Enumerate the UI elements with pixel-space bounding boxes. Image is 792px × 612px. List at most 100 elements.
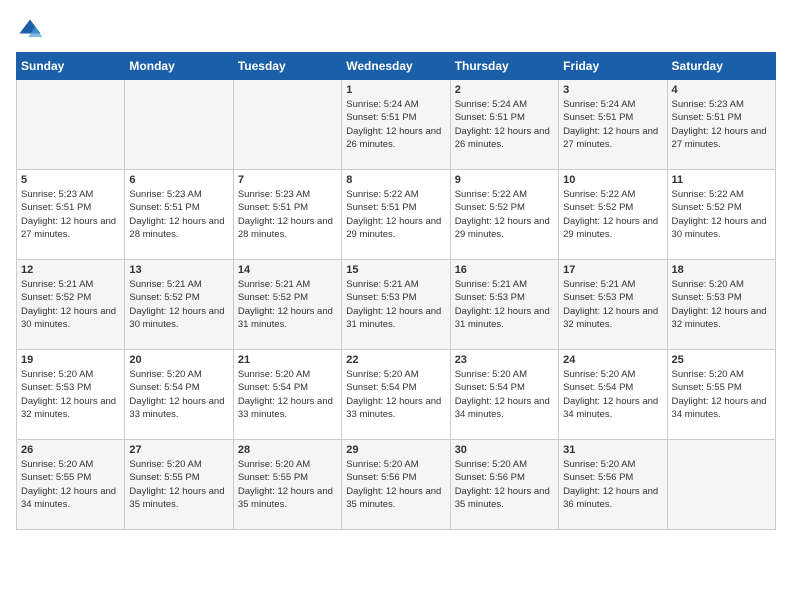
calendar-cell: 25 Sunrise: 5:20 AM Sunset: 5:55 PM Dayli… <box>667 350 775 440</box>
calendar-cell: 14Sunrise: 5:21 AM Sunset: 5:52 PM Dayli… <box>233 260 341 350</box>
day-info: Sunrise: 5:22 AM Sunset: 5:52 PM Dayligh… <box>672 188 771 241</box>
day-info: Sunrise: 5:20 AM Sunset: 5:56 PM Dayligh… <box>455 458 554 511</box>
day-number: 22 <box>346 354 445 366</box>
calendar-cell: 22 Sunrise: 5:20 AM Sunset: 5:54 PM Dayli… <box>342 350 450 440</box>
day-info: Sunrise: 5:20 AM Sunset: 5:54 PM Dayligh… <box>563 368 662 421</box>
calendar-cell: 21 Sunrise: 5:20 AM Sunset: 5:54 PM Dayli… <box>233 350 341 440</box>
calendar-cell <box>233 80 341 170</box>
day-number: 12 <box>21 264 120 276</box>
day-number: 27 <box>129 444 228 456</box>
calendar-cell: 1 Sunrise: 5:24 AM Sunset: 5:51 PM Daylig… <box>342 80 450 170</box>
day-number: 4 <box>672 84 771 96</box>
day-info: Sunrise: 5:20 AM Sunset: 5:55 PM Dayligh… <box>238 458 337 511</box>
calendar-cell: 5 Sunrise: 5:23 AM Sunset: 5:51 PM Daylig… <box>17 170 125 260</box>
calendar-cell: 24 Sunrise: 5:20 AM Sunset: 5:54 PM Dayli… <box>559 350 667 440</box>
calendar-cell: 10 Sunrise: 5:22 AM Sunset: 5:52 PM Dayli… <box>559 170 667 260</box>
day-info: Sunrise: 5:21 AM Sunset: 5:53 PM Dayligh… <box>563 278 662 331</box>
day-number: 29 <box>346 444 445 456</box>
day-info: Sunrise: 5:20 AM Sunset: 5:55 PM Dayligh… <box>672 368 771 421</box>
calendar-cell: 27 Sunrise: 5:20 AM Sunset: 5:55 PM Dayli… <box>125 440 233 530</box>
day-info: Sunrise: 5:20 AM Sunset: 5:54 PM Dayligh… <box>238 368 337 421</box>
week-row-1: 1 Sunrise: 5:24 AM Sunset: 5:51 PM Daylig… <box>17 80 776 170</box>
calendar-cell: 29 Sunrise: 5:20 AM Sunset: 5:56 PM Dayli… <box>342 440 450 530</box>
header-cell-friday: Friday <box>559 53 667 80</box>
day-number: 2 <box>455 84 554 96</box>
calendar-cell: 15 Sunrise: 5:21 AM Sunset: 5:53 PM Dayli… <box>342 260 450 350</box>
day-number: 18 <box>672 264 771 276</box>
header-cell-sunday: Sunday <box>17 53 125 80</box>
day-info: Sunrise: 5:20 AM Sunset: 5:54 PM Dayligh… <box>346 368 445 421</box>
week-row-4: 19 Sunrise: 5:20 AM Sunset: 5:53 PM Dayli… <box>17 350 776 440</box>
logo-icon <box>16 16 44 44</box>
day-info: Sunrise: 5:20 AM Sunset: 5:54 PM Dayligh… <box>455 368 554 421</box>
calendar-cell: 17 Sunrise: 5:21 AM Sunset: 5:53 PM Dayli… <box>559 260 667 350</box>
day-number: 24 <box>563 354 662 366</box>
day-info: Sunrise: 5:20 AM Sunset: 5:56 PM Dayligh… <box>346 458 445 511</box>
day-info: Sunrise: 5:22 AM Sunset: 5:51 PM Dayligh… <box>346 188 445 241</box>
header-cell-wednesday: Wednesday <box>342 53 450 80</box>
week-row-5: 26Sunrise: 5:20 AM Sunset: 5:55 PM Dayli… <box>17 440 776 530</box>
day-number: 7 <box>238 174 337 186</box>
calendar-cell: 3 Sunrise: 5:24 AM Sunset: 5:51 PM Daylig… <box>559 80 667 170</box>
day-info: Sunrise: 5:20 AM Sunset: 5:55 PM Dayligh… <box>21 458 120 511</box>
day-number: 28 <box>238 444 337 456</box>
day-info: Sunrise: 5:23 AM Sunset: 5:51 PM Dayligh… <box>238 188 337 241</box>
day-number: 15 <box>346 264 445 276</box>
day-info: Sunrise: 5:23 AM Sunset: 5:51 PM Dayligh… <box>672 98 771 151</box>
day-info: Sunrise: 5:24 AM Sunset: 5:51 PM Dayligh… <box>346 98 445 151</box>
day-number: 25 <box>672 354 771 366</box>
calendar-cell: 2 Sunrise: 5:24 AM Sunset: 5:51 PM Daylig… <box>450 80 558 170</box>
calendar-cell: 26Sunrise: 5:20 AM Sunset: 5:55 PM Dayli… <box>17 440 125 530</box>
page-header <box>16 16 776 44</box>
day-info: Sunrise: 5:24 AM Sunset: 5:51 PM Dayligh… <box>563 98 662 151</box>
day-number: 3 <box>563 84 662 96</box>
calendar-cell <box>17 80 125 170</box>
day-info: Sunrise: 5:23 AM Sunset: 5:51 PM Dayligh… <box>21 188 120 241</box>
day-number: 23 <box>455 354 554 366</box>
day-info: Sunrise: 5:21 AM Sunset: 5:52 PM Dayligh… <box>238 278 337 331</box>
day-number: 21 <box>238 354 337 366</box>
day-info: Sunrise: 5:20 AM Sunset: 5:53 PM Dayligh… <box>672 278 771 331</box>
day-info: Sunrise: 5:21 AM Sunset: 5:52 PM Dayligh… <box>129 278 228 331</box>
day-number: 30 <box>455 444 554 456</box>
day-number: 19 <box>21 354 120 366</box>
calendar-cell: 7 Sunrise: 5:23 AM Sunset: 5:51 PM Daylig… <box>233 170 341 260</box>
calendar-cell: 9Sunrise: 5:22 AM Sunset: 5:52 PM Daylig… <box>450 170 558 260</box>
day-info: Sunrise: 5:20 AM Sunset: 5:53 PM Dayligh… <box>21 368 120 421</box>
calendar-cell: 28 Sunrise: 5:20 AM Sunset: 5:55 PM Dayli… <box>233 440 341 530</box>
calendar-cell <box>125 80 233 170</box>
calendar-cell: 16Sunrise: 5:21 AM Sunset: 5:53 PM Dayli… <box>450 260 558 350</box>
calendar-cell: 8 Sunrise: 5:22 AM Sunset: 5:51 PM Daylig… <box>342 170 450 260</box>
logo <box>16 16 48 44</box>
day-number: 1 <box>346 84 445 96</box>
calendar-cell: 4 Sunrise: 5:23 AM Sunset: 5:51 PM Daylig… <box>667 80 775 170</box>
calendar-cell: 30 Sunrise: 5:20 AM Sunset: 5:56 PM Dayli… <box>450 440 558 530</box>
calendar-cell <box>667 440 775 530</box>
calendar-cell: 13Sunrise: 5:21 AM Sunset: 5:52 PM Dayli… <box>125 260 233 350</box>
day-info: Sunrise: 5:21 AM Sunset: 5:53 PM Dayligh… <box>346 278 445 331</box>
day-info: Sunrise: 5:20 AM Sunset: 5:54 PM Dayligh… <box>129 368 228 421</box>
day-number: 20 <box>129 354 228 366</box>
header-cell-thursday: Thursday <box>450 53 558 80</box>
day-number: 8 <box>346 174 445 186</box>
calendar-cell: 11Sunrise: 5:22 AM Sunset: 5:52 PM Dayli… <box>667 170 775 260</box>
day-info: Sunrise: 5:24 AM Sunset: 5:51 PM Dayligh… <box>455 98 554 151</box>
day-number: 31 <box>563 444 662 456</box>
calendar-body: 1 Sunrise: 5:24 AM Sunset: 5:51 PM Daylig… <box>17 80 776 530</box>
day-number: 17 <box>563 264 662 276</box>
calendar-cell: 23 Sunrise: 5:20 AM Sunset: 5:54 PM Dayli… <box>450 350 558 440</box>
day-info: Sunrise: 5:20 AM Sunset: 5:56 PM Dayligh… <box>563 458 662 511</box>
header-cell-saturday: Saturday <box>667 53 775 80</box>
calendar-table: SundayMondayTuesdayWednesdayThursdayFrid… <box>16 52 776 530</box>
day-number: 10 <box>563 174 662 186</box>
calendar-cell: 12 Sunrise: 5:21 AM Sunset: 5:52 PM Dayli… <box>17 260 125 350</box>
day-info: Sunrise: 5:21 AM Sunset: 5:52 PM Dayligh… <box>21 278 120 331</box>
day-info: Sunrise: 5:22 AM Sunset: 5:52 PM Dayligh… <box>455 188 554 241</box>
day-number: 5 <box>21 174 120 186</box>
day-info: Sunrise: 5:20 AM Sunset: 5:55 PM Dayligh… <box>129 458 228 511</box>
calendar-cell: 6Sunrise: 5:23 AM Sunset: 5:51 PM Daylig… <box>125 170 233 260</box>
day-number: 16 <box>455 264 554 276</box>
calendar-cell: 19 Sunrise: 5:20 AM Sunset: 5:53 PM Dayli… <box>17 350 125 440</box>
day-info: Sunrise: 5:22 AM Sunset: 5:52 PM Dayligh… <box>563 188 662 241</box>
calendar-cell: 18 Sunrise: 5:20 AM Sunset: 5:53 PM Dayli… <box>667 260 775 350</box>
